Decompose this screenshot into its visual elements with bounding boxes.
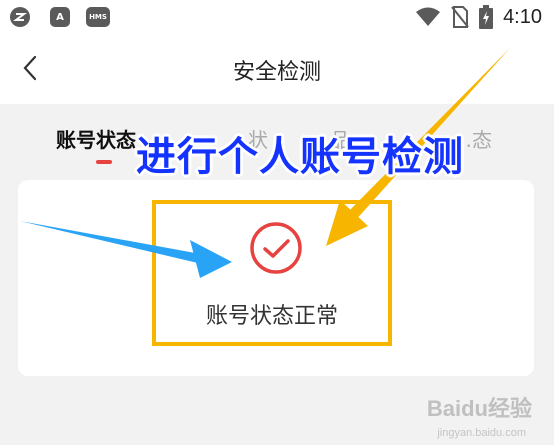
annotation-text: 进行个人账号检测 [136, 134, 464, 180]
no-sim-icon [451, 6, 469, 28]
baidu-watermark: Baidu经验 [426, 396, 532, 421]
baidu-watermark-url: jingyan.baidu.com [437, 427, 526, 439]
tab-account-status[interactable]: 账号状态 [56, 124, 136, 153]
account-status-text: 账号状态正常 [205, 304, 338, 329]
page-title: 安全检测 [232, 60, 321, 85]
app-notification-icon [10, 7, 30, 27]
status-time: 4:10 [503, 5, 542, 28]
check-circle-icon [250, 222, 302, 274]
status-bar: A HMS 4:10 [0, 0, 554, 34]
nav-header: 安全检测 [0, 34, 554, 104]
tab-indicator [96, 160, 112, 164]
wifi-icon [416, 7, 441, 26]
font-app-icon: A [50, 7, 70, 27]
battery-charging-icon [479, 5, 494, 29]
hms-icon: HMS [86, 7, 110, 27]
